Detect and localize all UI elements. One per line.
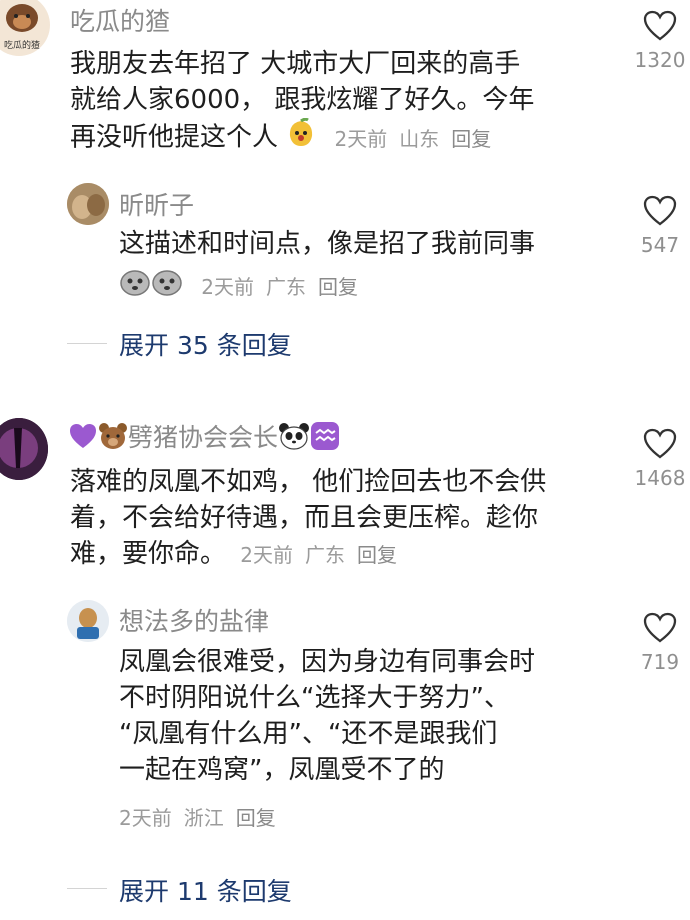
comment-line-text: 难，要你命。 [70,539,227,569]
comment-line-text: 再没听他提这个人 [70,122,279,153]
like-count: 1320 [634,48,686,72]
crying-face-icon [119,266,151,306]
reply-time: 2天前 [119,806,172,830]
reply-time: 2天前 [201,274,254,299]
comment-line: 落难的凤凰不如鸡， 他们捡回去也不会供 [70,467,547,497]
heart-outline-icon [643,10,677,41]
like-count: 547 [640,233,680,257]
mango-sticker-icon [286,117,316,158]
reply-username[interactable]: 昕昕子 [119,186,194,222]
reply-body: 这描述和时间点，像是招了我前同事 2天前 广东 回复 [119,226,535,306]
comment-line: 我朋友去年招了 大城市大厂回来的高手 [70,49,521,79]
comment-time: 2天前 [240,543,294,567]
expand-replies-button[interactable]: 展开 35 条回复 [119,326,292,362]
reply-button[interactable]: 回复 [236,806,276,830]
comment-time: 2天前 [334,126,388,151]
comment-line: 着，不会给好待遇，而且会更压榨。趁你 [70,503,539,533]
reply-location: 广东 [266,274,306,299]
expand-divider [67,343,107,344]
reply-line: 凤凰会很难受，因为身边有同事会时 [119,647,536,677]
like-button[interactable]: 1468 [630,428,690,490]
heart-outline-icon [643,428,677,459]
avatar-caption: 吃瓜的猹 [4,41,41,51]
like-button[interactable]: 1320 [630,10,690,72]
comment-line: 再没听他提这个人 2天前 山东 回复 [70,117,534,158]
aquarius-icon [310,421,340,457]
reply-avatar[interactable] [67,600,109,642]
heart-outline-icon [643,612,677,643]
username[interactable]: 劈猪协会会长 [128,423,278,452]
reply-meta: 2天前 浙江 回复 [119,802,535,831]
bear-face-icon [98,422,128,456]
comment-body: 落难的凤凰不如鸡， 他们捡回去也不会供 着，不会给好待遇，而且会更压榨。趁你 难… [70,464,546,573]
reply-avatar[interactable] [67,183,109,225]
username-row: 劈猪协会会长 [68,418,340,457]
like-button[interactable]: 547 [630,195,690,257]
reply-button[interactable]: 回复 [318,275,358,299]
comment-location: 广东 [305,543,346,567]
reply-line: 一起在鸡窝”，凤凰受不了的 [119,755,445,785]
reply-button[interactable]: 回复 [357,543,397,567]
avatar[interactable] [0,418,48,480]
reply-line: 不时阴阳说什么“选择大于努力”、 [119,683,510,713]
reply-line: 这描述和时间点，像是招了我前同事 [119,229,536,259]
reply-body: 凤凰会很难受，因为身边有同事会时 不时阴阳说什么“选择大于努力”、 “凤凰有什么… [119,644,535,831]
reply-location: 浙江 [183,806,224,830]
like-count: 1468 [634,466,686,490]
panda-face-icon [278,422,310,456]
comment-location: 山东 [399,126,440,151]
reply-username[interactable]: 想法多的盐律 [119,602,269,638]
comment-line: 难，要你命。 2天前 广东 回复 [70,536,546,573]
crying-face-icon [151,266,183,306]
like-count: 719 [640,650,680,674]
reply-meta-line: 2天前 广东 回复 [119,266,535,306]
comment-line: 就给人家6000， 跟我炫耀了好久。今年 [70,85,535,115]
reply-line: “凤凰有什么用”、“还不是跟我们 [119,719,498,749]
heart-outline-icon [643,195,677,226]
like-button[interactable]: 719 [630,612,690,674]
expand-divider [67,888,107,889]
username[interactable]: 吃瓜的猹 [70,2,170,38]
reply-button[interactable]: 回复 [451,127,491,151]
comment-body: 我朋友去年招了 大城市大厂回来的高手 就给人家6000， 跟我炫耀了好久。今年 … [70,46,534,158]
avatar[interactable]: 吃瓜的猹 [0,0,50,56]
expand-replies-button[interactable]: 展开 11 条回复 [119,872,292,908]
purple-heart-icon [68,422,98,456]
